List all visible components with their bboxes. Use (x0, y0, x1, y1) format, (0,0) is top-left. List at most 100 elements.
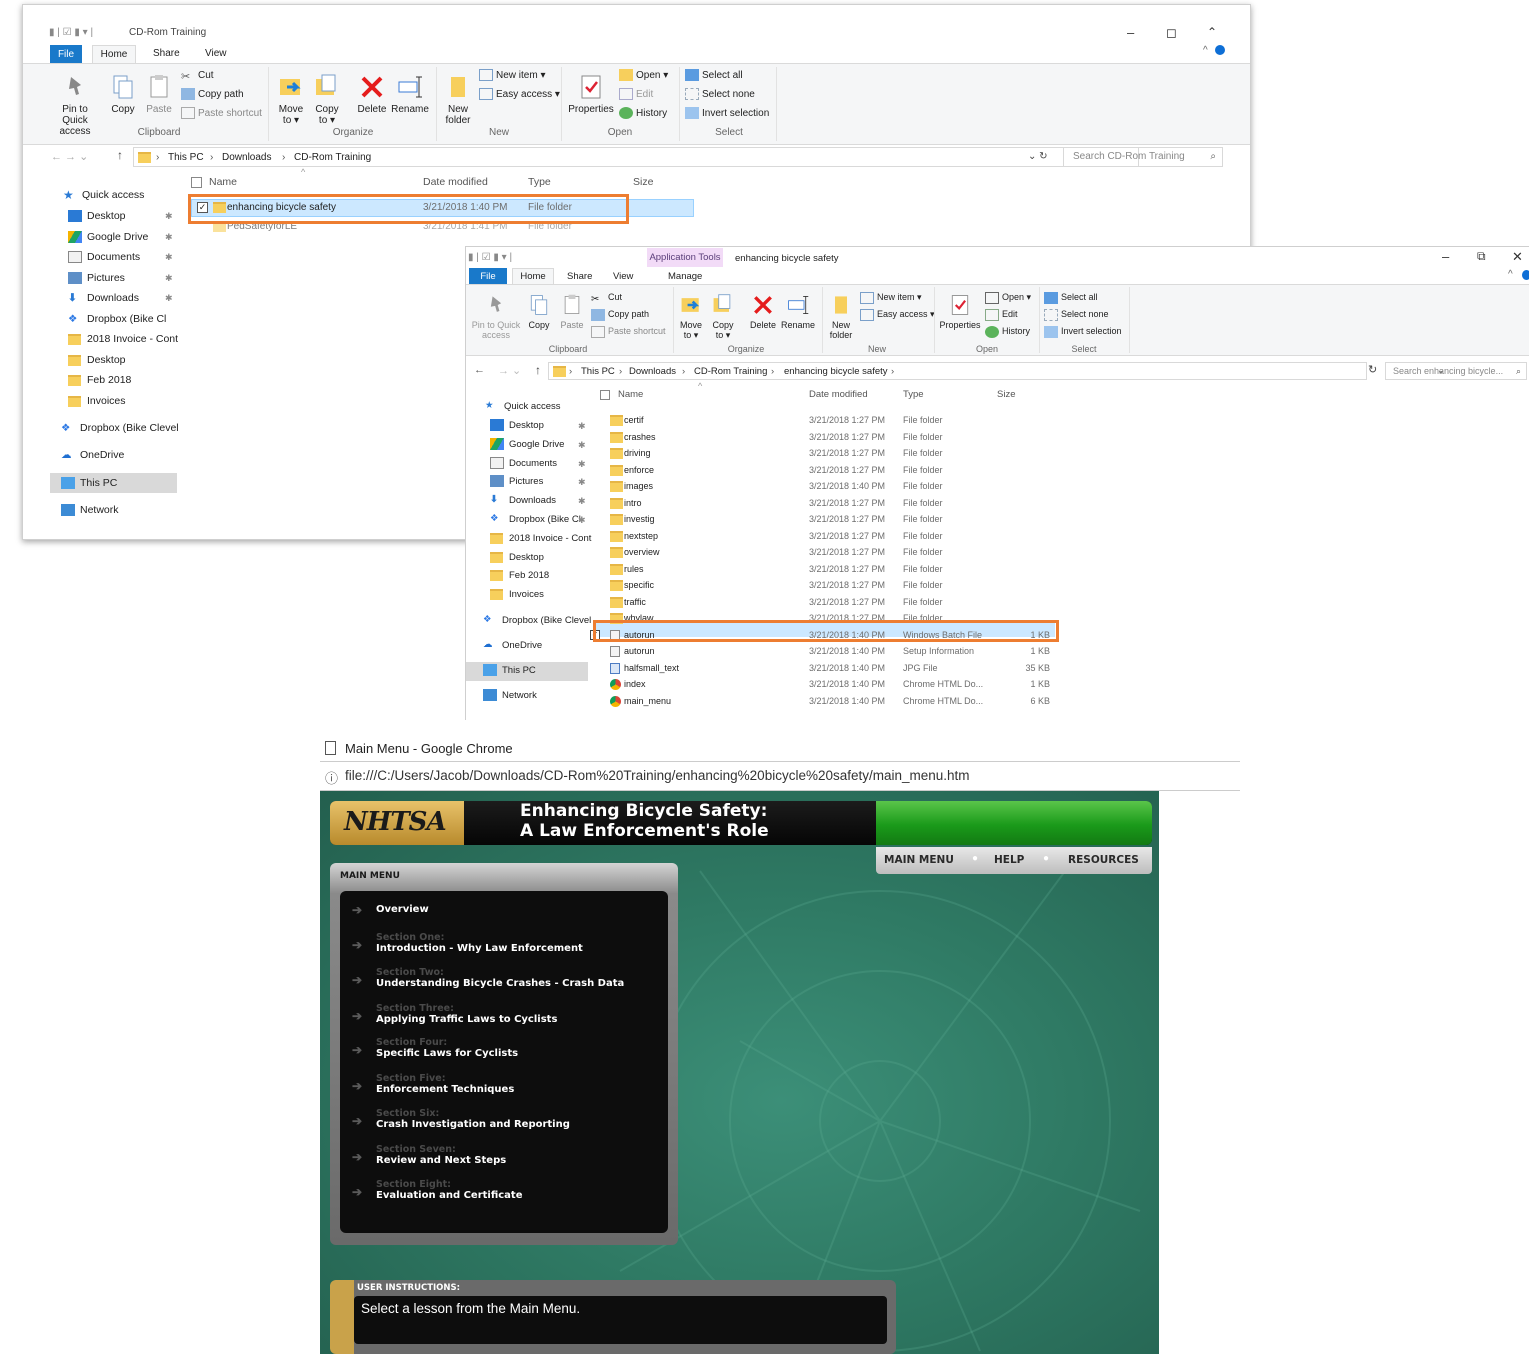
tab-home[interactable]: Home (512, 268, 554, 285)
forward-arrow-icon[interactable]: → ⌄ (498, 364, 521, 377)
nav-network[interactable]: Network (483, 686, 537, 706)
tab-file[interactable]: File (50, 45, 82, 64)
address-bar[interactable]: › This PC › Downloads › CD-Rom Training … (548, 362, 1445, 380)
column-date-modified[interactable]: Date modified (423, 176, 488, 188)
nav-desktop[interactable]: Desktop (68, 206, 126, 226)
nav-desktop-folder[interactable]: Desktop (490, 548, 544, 568)
open-button[interactable]: Open ▾ (985, 289, 1031, 305)
nav-invoices[interactable]: Invoices (68, 391, 126, 411)
nav-resources[interactable]: RESOURCES (1068, 854, 1139, 866)
nav-downloads[interactable]: ⬇ Downloads (490, 491, 556, 511)
file-row[interactable]: intro 3/21/2018 1:27 PM File folder (600, 495, 1060, 511)
file-row[interactable]: traffic 3/21/2018 1:27 PM File folder (600, 594, 1060, 610)
up-arrow-icon[interactable]: ↑ (535, 363, 541, 377)
back-forward-icons[interactable]: ← → ⌄ (51, 150, 88, 163)
minimize-button[interactable]: – (1127, 25, 1134, 40)
file-row[interactable]: investig 3/21/2018 1:27 PM File folder (600, 511, 1060, 527)
select-none-button[interactable]: Select none (1044, 306, 1109, 322)
breadcrumb-downloads[interactable]: Downloads (222, 152, 271, 163)
paste-shortcut-button[interactable]: Paste shortcut (591, 323, 666, 339)
copy-to-button[interactable]: Copy to ▾ (709, 293, 737, 340)
column-size[interactable]: Size (997, 389, 1015, 400)
nav-downloads[interactable]: ⬇ Downloads (68, 288, 139, 308)
select-all-button[interactable]: Select all (685, 68, 743, 84)
easy-access-button[interactable]: Easy access ▾ (479, 87, 560, 103)
restore-button[interactable]: ⧉ (1477, 249, 1486, 264)
nav-google-drive[interactable]: Google Drive (490, 435, 564, 455)
tab-view[interactable]: View (613, 271, 633, 282)
nav-network[interactable]: Network (61, 500, 119, 520)
nav-dropbox-root[interactable]: ❖ Dropbox (Bike Clevel (61, 418, 179, 438)
column-size[interactable]: Size (633, 176, 653, 188)
easy-access-button[interactable]: Easy access ▾ (860, 306, 935, 322)
nav-help[interactable]: HELP (994, 854, 1024, 866)
column-type[interactable]: Type (903, 389, 924, 400)
pin-quick-access-button[interactable]: Pin to Quick access (49, 73, 101, 137)
column-type[interactable]: Type (528, 176, 551, 188)
column-name[interactable]: Name (209, 176, 237, 188)
cut-button[interactable]: ✂ Cut (591, 289, 622, 305)
nav-invoices[interactable]: Invoices (490, 585, 544, 605)
new-item-button[interactable]: New item ▾ (860, 289, 922, 305)
nav-dropbox-bike[interactable]: ❖ Dropbox (Bike Cl (68, 309, 166, 329)
file-row[interactable]: certif 3/21/2018 1:27 PM File folder (600, 412, 1060, 428)
nav-main-menu[interactable]: MAIN MENU (884, 854, 954, 866)
file-row[interactable]: images 3/21/2018 1:40 PM File folder (600, 478, 1060, 494)
delete-button[interactable]: Delete (355, 73, 389, 115)
minimize-button[interactable]: – (1442, 249, 1449, 264)
refresh-icon[interactable]: ↻ (1368, 363, 1377, 376)
file-row[interactable]: overview 3/21/2018 1:27 PM File folder (600, 544, 1060, 560)
nav-onedrive[interactable]: ☁ OneDrive (483, 636, 542, 656)
close-button[interactable]: ✕ (1512, 249, 1523, 265)
select-all-checkbox[interactable] (191, 177, 202, 188)
move-to-button[interactable]: Move to ▾ (677, 293, 705, 340)
properties-button[interactable]: Properties (567, 73, 615, 115)
address-bar[interactable]: › This PC › Downloads › CD-Rom Training … (133, 147, 1139, 167)
select-all-checkbox[interactable] (600, 390, 610, 400)
nav-dropbox-bike[interactable]: ❖ Dropbox (Bike Cl (490, 510, 581, 530)
chevron-up-icon[interactable]: ^ (1508, 269, 1513, 280)
file-row[interactable]: crashes 3/21/2018 1:27 PM File folder (600, 429, 1060, 445)
nav-quick-access[interactable]: ★ Quick access (63, 185, 144, 205)
nav-quick-access[interactable]: ★ Quick access (485, 397, 561, 417)
invert-selection-button[interactable]: Invert selection (1044, 323, 1122, 339)
help-icon[interactable] (1215, 45, 1225, 55)
tab-home[interactable]: Home (92, 45, 136, 64)
properties-button[interactable]: Properties (937, 293, 983, 330)
column-name[interactable]: Name (618, 389, 643, 400)
paste-button[interactable]: Paste (143, 73, 175, 115)
paste-shortcut-button[interactable]: Paste shortcut (181, 106, 262, 122)
search-box[interactable]: Search enhancing bicycle... ⌕ (1385, 362, 1527, 380)
breadcrumb-enhancing[interactable]: enhancing bicycle safety (784, 366, 888, 377)
tab-manage[interactable]: Manage (668, 271, 702, 282)
new-folder-button[interactable]: New folder (441, 73, 475, 126)
edit-button[interactable]: Edit (985, 306, 1018, 322)
restore-button[interactable]: ◻ (1166, 25, 1177, 41)
nav-onedrive[interactable]: ☁ OneDrive (61, 445, 124, 465)
column-date-modified[interactable]: Date modified (809, 389, 868, 400)
cut-button[interactable]: ✂ Cut (181, 68, 214, 84)
help-icon[interactable] (1522, 270, 1529, 280)
search-box[interactable]: Search CD-Rom Training ⌕ (1063, 147, 1223, 167)
edit-button[interactable]: Edit (619, 87, 653, 103)
copy-button[interactable]: Copy (524, 293, 554, 330)
breadcrumb-this-pc[interactable]: This PC (581, 366, 615, 377)
move-to-button[interactable]: Move to ▾ (277, 73, 305, 126)
invert-selection-button[interactable]: Invert selection (685, 106, 769, 122)
tab-share[interactable]: Share (153, 48, 180, 59)
new-folder-button[interactable]: New folder (824, 293, 858, 340)
file-row[interactable]: nextstep 3/21/2018 1:27 PM File folder (600, 528, 1060, 544)
copy-path-button[interactable]: Copy path (181, 87, 244, 103)
delete-button[interactable]: Delete (747, 293, 779, 330)
nav-documents[interactable]: Documents (490, 454, 557, 474)
select-all-button[interactable]: Select all (1044, 289, 1098, 305)
nav-this-pc[interactable]: This PC (61, 473, 117, 493)
pin-quick-access-button[interactable]: Pin to Quick access (470, 293, 522, 340)
nav-desktop-folder[interactable]: Desktop (68, 350, 126, 370)
breadcrumb-cd-rom-training[interactable]: CD-Rom Training (694, 366, 767, 377)
rename-button[interactable]: Rename (391, 73, 429, 115)
info-icon[interactable]: ⓘ (325, 768, 338, 787)
nav-feb-2018[interactable]: Feb 2018 (68, 370, 131, 390)
history-button[interactable]: History (985, 323, 1030, 339)
file-row[interactable]: index 3/21/2018 1:40 PM Chrome HTML Do... 1… (600, 676, 1060, 692)
